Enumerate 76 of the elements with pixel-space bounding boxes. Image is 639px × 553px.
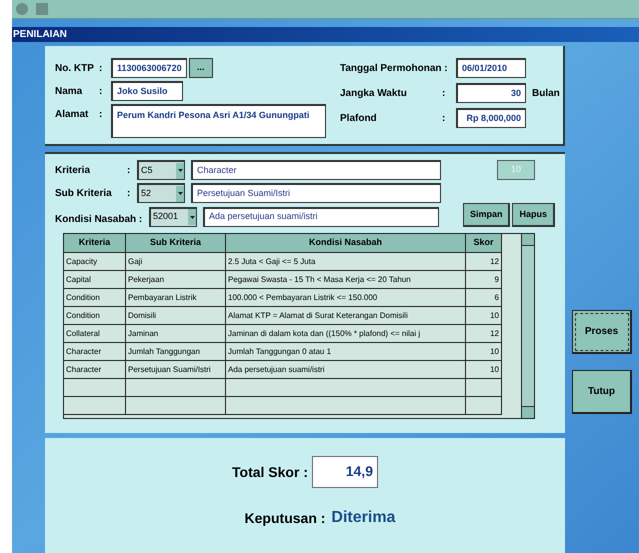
field-label: Jangka Waktu xyxy=(340,86,408,100)
table-cell: Gaji xyxy=(126,253,226,270)
code-dropdown[interactable]: C5 xyxy=(137,160,185,180)
table-cell: Capital xyxy=(64,271,126,288)
colon: : xyxy=(442,112,446,126)
field-label: Kondisi Nasabah : xyxy=(55,213,144,227)
description-field[interactable]: Persetujuan Suami/Istri xyxy=(191,183,441,203)
colon: : xyxy=(442,86,446,100)
field-label: Nama xyxy=(55,84,84,98)
table-cell: Character xyxy=(64,343,126,360)
description-field[interactable]: Character xyxy=(191,160,441,180)
table-cell: Jaminan xyxy=(126,325,226,342)
action-button[interactable]: Hapus xyxy=(512,203,555,227)
term-field[interactable]: 30 xyxy=(456,83,526,103)
column-header: Skor xyxy=(466,234,502,252)
caret-icon xyxy=(176,162,184,178)
table-cell: Ada persetujuan suami/istri xyxy=(226,361,466,378)
column-header: Kondisi Nasabah xyxy=(226,234,466,252)
decision-text: Diterima xyxy=(331,508,396,528)
field-label: Plafond xyxy=(340,112,378,126)
date-field[interactable]: 06/01/2010 xyxy=(456,58,526,78)
window-title: PENILAIAN xyxy=(13,28,67,42)
colon: : xyxy=(99,108,104,122)
table-cell: Condition xyxy=(64,289,126,306)
table-cell: Pegawai Swasta - 15 Th < Masa Kerja <= 20 Tahun xyxy=(226,271,466,288)
caret-icon xyxy=(188,209,196,225)
field-label: Kriteria xyxy=(55,164,92,178)
column-header: Sub Kriteria xyxy=(126,234,226,252)
description-field[interactable]: Ada persetujuan suami/istri xyxy=(203,206,439,226)
field-label: No. KTP xyxy=(55,62,95,76)
table-cell: 12 xyxy=(466,253,502,270)
table-cell: Pembayaran Listrik xyxy=(126,289,226,306)
table-cell: 100.000 < Pembayaran Listrik <= 150.000 xyxy=(226,289,466,306)
ktp-field[interactable]: 1130063006720 xyxy=(111,58,187,78)
field-label: Sub Kriteria xyxy=(55,186,113,200)
table-cell: 10 xyxy=(466,307,502,324)
field-label: Tanggal Permohonan : xyxy=(340,62,449,76)
colon: : xyxy=(99,62,104,76)
table-cell: Jumlah Tanggungan xyxy=(126,343,226,360)
table-cell: Persetujuan Suami/Istri xyxy=(126,361,226,378)
action-button[interactable]: Simpan xyxy=(462,203,510,227)
table-cell: Domisili xyxy=(126,307,226,324)
scrollbar[interactable] xyxy=(521,234,534,418)
table-cell: Character xyxy=(64,361,126,378)
table-cell: 6 xyxy=(466,289,502,306)
table-cell: Condition xyxy=(64,307,126,324)
table-cell: 9 xyxy=(466,271,502,288)
name-field[interactable]: Joko Susilo xyxy=(111,81,183,101)
address-field[interactable]: Perum Kandri Pesona Asri A1/34 Gunungpati xyxy=(111,104,326,138)
browse-button[interactable]: ... xyxy=(188,58,213,78)
table-cell: Capacity xyxy=(64,253,126,270)
table-cell: 12 xyxy=(466,325,502,342)
code-dropdown[interactable]: 52 xyxy=(137,183,185,203)
table-cell: 10 xyxy=(466,343,502,360)
side-button[interactable]: Tutup xyxy=(572,370,632,414)
total-field: 14,9 xyxy=(312,456,378,488)
side-button[interactable]: Proses xyxy=(572,310,632,354)
table-cell: Jumlah Tanggungan 0 atau 1 xyxy=(226,343,466,360)
code-dropdown[interactable]: 52001 xyxy=(149,206,197,226)
caret-icon xyxy=(176,186,184,202)
column-header: Kriteria xyxy=(64,234,126,252)
unit-label: Bulan xyxy=(532,86,560,100)
table-cell: Jaminan di dalam kota dan ((150% * plafond) <= nilai j xyxy=(226,325,466,342)
table-cell: Pekerjaan xyxy=(126,271,226,288)
colon: : xyxy=(127,164,132,178)
table-cell: Collateral xyxy=(64,325,126,342)
score-field: 10 xyxy=(497,160,535,180)
total-label: Total Skor : xyxy=(232,462,308,482)
table-cell: 10 xyxy=(466,361,502,378)
table-cell: 2.5 Juta < Gaji <= 5 Juta xyxy=(226,253,466,270)
table-cell: Alamat KTP = Alamat di Surat Keterangan Domisili xyxy=(226,307,466,324)
plafond-field[interactable]: Rp 8,000,000 xyxy=(456,108,526,128)
decision-label: Keputusan : xyxy=(244,508,326,528)
colon: : xyxy=(99,84,104,98)
field-label: Alamat xyxy=(55,108,90,122)
colon: : xyxy=(127,186,132,200)
